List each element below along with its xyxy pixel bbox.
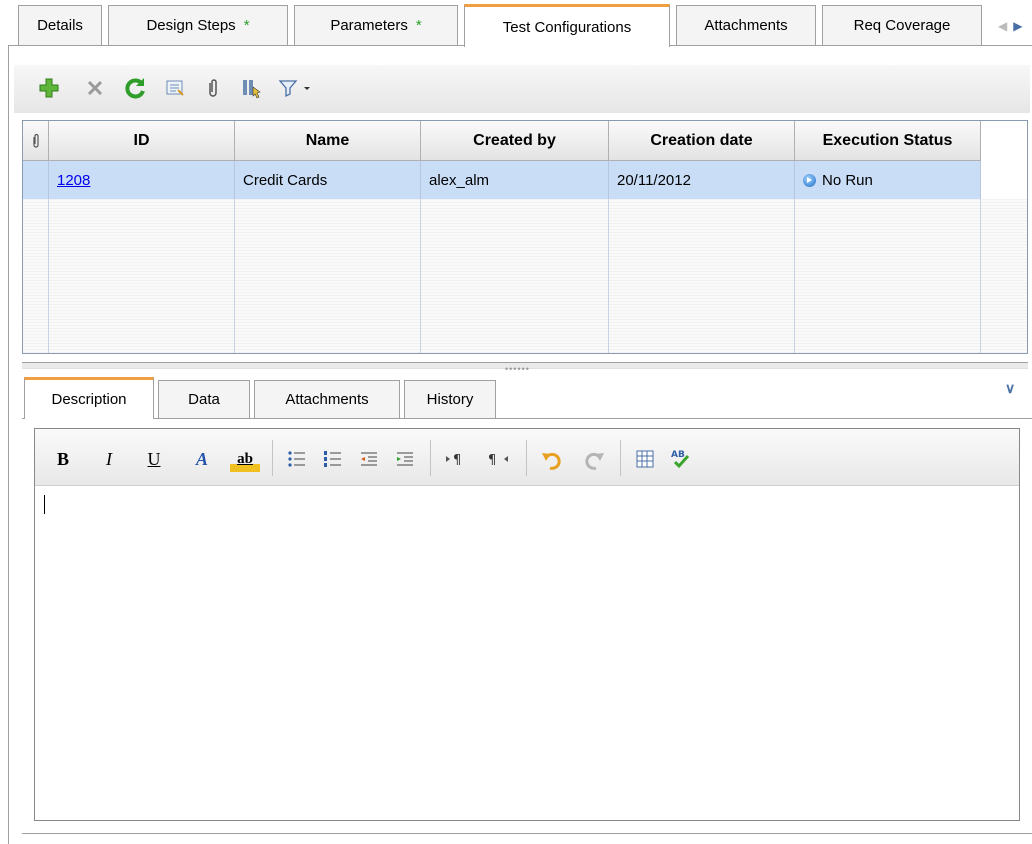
tab-label: Design Steps	[146, 17, 236, 34]
attachment-cell	[23, 161, 49, 199]
splitter-grip-icon[interactable]: ••••••	[505, 364, 530, 374]
tab-test-configurations[interactable]: Test Configurations	[464, 4, 670, 47]
tab-history[interactable]: History	[404, 380, 496, 418]
column-divider	[794, 199, 795, 353]
id-cell[interactable]: 1208	[49, 161, 235, 199]
tab-label: Attachments	[285, 391, 369, 408]
grid-empty-area	[23, 199, 1027, 353]
paperclip-icon[interactable]	[200, 73, 226, 103]
column-header-created-by[interactable]: Created by	[421, 121, 609, 161]
name-cell[interactable]: Credit Cards	[235, 161, 421, 199]
editor-toolbar	[35, 429, 1019, 486]
increase-indent-icon[interactable]	[392, 446, 418, 472]
left-to-right-icon[interactable]: ¶	[442, 446, 472, 472]
redo-icon[interactable]	[580, 446, 608, 472]
font-color-button[interactable]: A	[190, 446, 214, 472]
toolbar-separator	[526, 440, 527, 476]
attachment-column-header[interactable]	[23, 121, 49, 161]
no-run-icon	[803, 173, 816, 187]
bold-button[interactable]: B	[52, 446, 74, 472]
table-row[interactable]: 1208 Credit Cards alex_alm 20/11/2012 No…	[23, 161, 981, 199]
execution-status-cell[interactable]: No Run	[795, 161, 981, 199]
undo-icon[interactable]	[538, 446, 566, 472]
tab-attachments[interactable]: Attachments	[676, 5, 816, 45]
tab-label: Req Coverage	[853, 17, 951, 34]
column-divider	[234, 199, 235, 353]
toolbar-separator	[430, 440, 431, 476]
svg-text:AB: AB	[671, 450, 685, 460]
tab-label: History	[426, 391, 474, 408]
tab-label: Attachments	[704, 17, 788, 34]
tab-data[interactable]: Data	[158, 380, 250, 418]
scroll-left-icon[interactable]: ◀	[998, 19, 1007, 33]
id-link[interactable]: 1208	[57, 172, 90, 189]
table-icon[interactable]	[632, 446, 658, 472]
tab-req-coverage[interactable]: Req Coverage	[822, 5, 982, 45]
created-by-cell[interactable]: alex_alm	[421, 161, 609, 199]
plus-icon[interactable]	[36, 73, 62, 103]
column-header-creation-date[interactable]: Creation date	[609, 121, 795, 161]
collapse-pane-icon[interactable]: ∨	[1005, 380, 1015, 397]
italic-button[interactable]: I	[98, 446, 120, 472]
tab-label: Data	[188, 391, 220, 408]
columns-icon[interactable]	[238, 73, 264, 103]
tab-attachments-lower[interactable]: Attachments	[254, 380, 400, 418]
column-header-execution-status[interactable]: Execution Status	[795, 121, 981, 161]
scroll-right-icon[interactable]: ▶	[1013, 19, 1022, 33]
column-divider	[980, 199, 981, 353]
paperclip-icon	[32, 133, 39, 148]
right-to-left-icon[interactable]: ¶	[484, 446, 514, 472]
tab-design-steps[interactable]: Design Steps *	[108, 5, 288, 45]
highlight-button[interactable]: ab	[230, 446, 260, 472]
lower-tab-baseline	[22, 418, 1032, 419]
tab-label: Details	[37, 17, 83, 34]
tab-label: Description	[51, 391, 127, 408]
test-configurations-grid: ID Name Created by Creation date Executi…	[22, 120, 1028, 354]
tab-label: Test Configurations	[502, 18, 632, 36]
top-tab-strip: Details Design Steps * Parameters * Test C…	[0, 0, 1032, 47]
x-icon[interactable]	[82, 73, 108, 103]
tab-scroll-arrows[interactable]: ◀ ▶	[998, 19, 1022, 33]
underline-button[interactable]: U	[142, 446, 166, 472]
frame-bottom-border	[22, 833, 1032, 834]
tab-description[interactable]: Description	[24, 377, 154, 419]
column-header-name[interactable]: Name	[235, 121, 421, 161]
toolbar-separator	[620, 440, 621, 476]
spell-check-icon[interactable]: AB	[668, 446, 696, 472]
bullet-list-icon[interactable]	[284, 446, 310, 472]
description-editor[interactable]	[34, 428, 1020, 821]
refresh-icon[interactable]	[122, 73, 148, 103]
decrease-indent-icon[interactable]	[356, 446, 382, 472]
text-cursor	[44, 495, 45, 514]
tab-label: Parameters	[330, 17, 408, 34]
numbered-list-icon[interactable]	[320, 446, 346, 472]
form-icon[interactable]	[162, 73, 188, 103]
toolbar-separator	[272, 440, 273, 476]
column-header-id[interactable]: ID	[49, 121, 235, 161]
modified-indicator: *	[415, 17, 422, 34]
modified-indicator: *	[243, 17, 250, 34]
column-divider	[608, 199, 609, 353]
column-divider	[48, 199, 49, 353]
status-text: No Run	[822, 171, 873, 189]
tab-parameters[interactable]: Parameters *	[294, 5, 458, 45]
svg-text:¶: ¶	[453, 453, 461, 467]
creation-date-cell[interactable]: 20/11/2012	[609, 161, 795, 199]
tab-details[interactable]: Details	[18, 5, 102, 45]
funnel-icon[interactable]	[276, 73, 316, 103]
svg-text:¶: ¶	[488, 453, 496, 467]
column-divider	[420, 199, 421, 353]
